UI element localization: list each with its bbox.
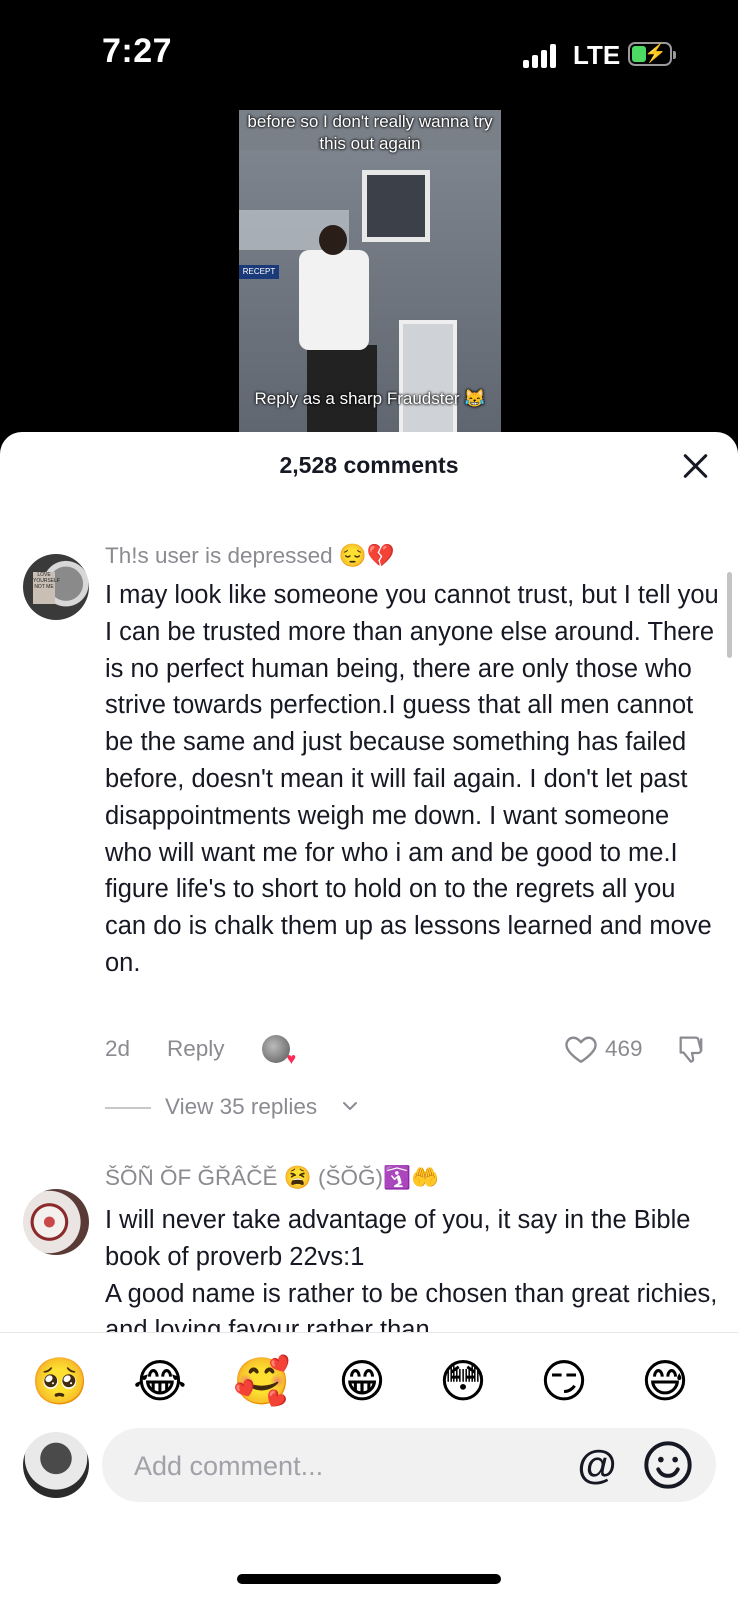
comment-username[interactable]: ŠÕÑ ŎF ĞŘÂČĚ 😫 (ŠŎĞ)🛐🤲 xyxy=(105,1165,439,1191)
comment-text: I will never take advantage of you, it s… xyxy=(105,1206,718,1345)
emoji-grin-button[interactable]: 😁 xyxy=(334,1353,390,1409)
heart-icon: ♥ xyxy=(286,1051,297,1068)
dislike-icon[interactable] xyxy=(675,1031,709,1067)
cellular-signal-icon xyxy=(523,42,563,68)
avatar[interactable]: LOVE YOURSELF NOT ME xyxy=(23,554,89,620)
avatar-tag-text: LOVE YOURSELF NOT ME xyxy=(33,572,60,604)
emoji-picker-icon[interactable] xyxy=(642,1439,694,1491)
comments-count-title: 2,528 comments xyxy=(279,452,459,478)
comment-username[interactable]: Th!s user is depressed 😔💔 xyxy=(105,543,395,569)
scrollbar[interactable] xyxy=(727,572,732,658)
chevron-down-icon xyxy=(343,1102,357,1110)
comments-sheet: 2,528 comments LOVE YOURSELF NOT ME Th!s… xyxy=(0,432,738,1600)
video-caption-bottom: Reply as a sharp Fraudster 😹 xyxy=(254,389,486,408)
emoji-joy-button[interactable]: 😂 xyxy=(132,1353,188,1409)
avatar[interactable] xyxy=(23,1189,89,1255)
comment-timestamp: 2d xyxy=(105,1036,131,1061)
network-type: LTE xyxy=(573,40,621,70)
status-bar: 7:27 LTE ⚡ xyxy=(0,0,738,100)
close-icon[interactable] xyxy=(672,442,720,490)
battery-charging-icon: ⚡ xyxy=(628,42,676,66)
comment-actions: 2d Reply ♥ 469 xyxy=(105,1033,720,1073)
comment-input[interactable] xyxy=(132,1440,536,1492)
home-indicator xyxy=(237,1574,501,1584)
emoji-hearts-button[interactable]: 🥰 xyxy=(233,1353,290,1409)
emoji-sweat-smile-button[interactable]: 😅 xyxy=(637,1353,693,1409)
emoji-pleading-button[interactable]: 🥺 xyxy=(31,1353,88,1409)
like-heart-icon[interactable] xyxy=(563,1031,599,1067)
video-caption-top: before so I don't really wanna try this … xyxy=(247,112,493,153)
emoji-quick-bar: 🥺 😂 🥰 😁 😳 😏 😅 xyxy=(0,1332,738,1429)
reply-button[interactable]: Reply xyxy=(167,1036,225,1062)
comment-composer: @ xyxy=(0,1428,738,1600)
mention-button[interactable]: @ xyxy=(570,1438,624,1492)
creator-liked-badge: ♥ xyxy=(262,1035,296,1068)
comment-input-container: @ xyxy=(102,1428,716,1502)
emoji-smirk-button[interactable]: 😏 xyxy=(536,1353,592,1409)
video-person xyxy=(299,250,369,350)
comment-text: I may look like someone you cannot trust… xyxy=(105,581,719,977)
my-avatar[interactable] xyxy=(23,1432,89,1498)
emoji-flushed-button[interactable]: 😳 xyxy=(435,1353,491,1409)
view-replies-label: View 35 replies xyxy=(165,1094,318,1119)
like-count: 469 xyxy=(605,1036,643,1061)
video-sign: RECEPT xyxy=(239,265,279,279)
video-preview[interactable]: RECEPT before so I don't really wanna tr… xyxy=(239,110,501,435)
status-time: 7:27 xyxy=(102,32,173,70)
